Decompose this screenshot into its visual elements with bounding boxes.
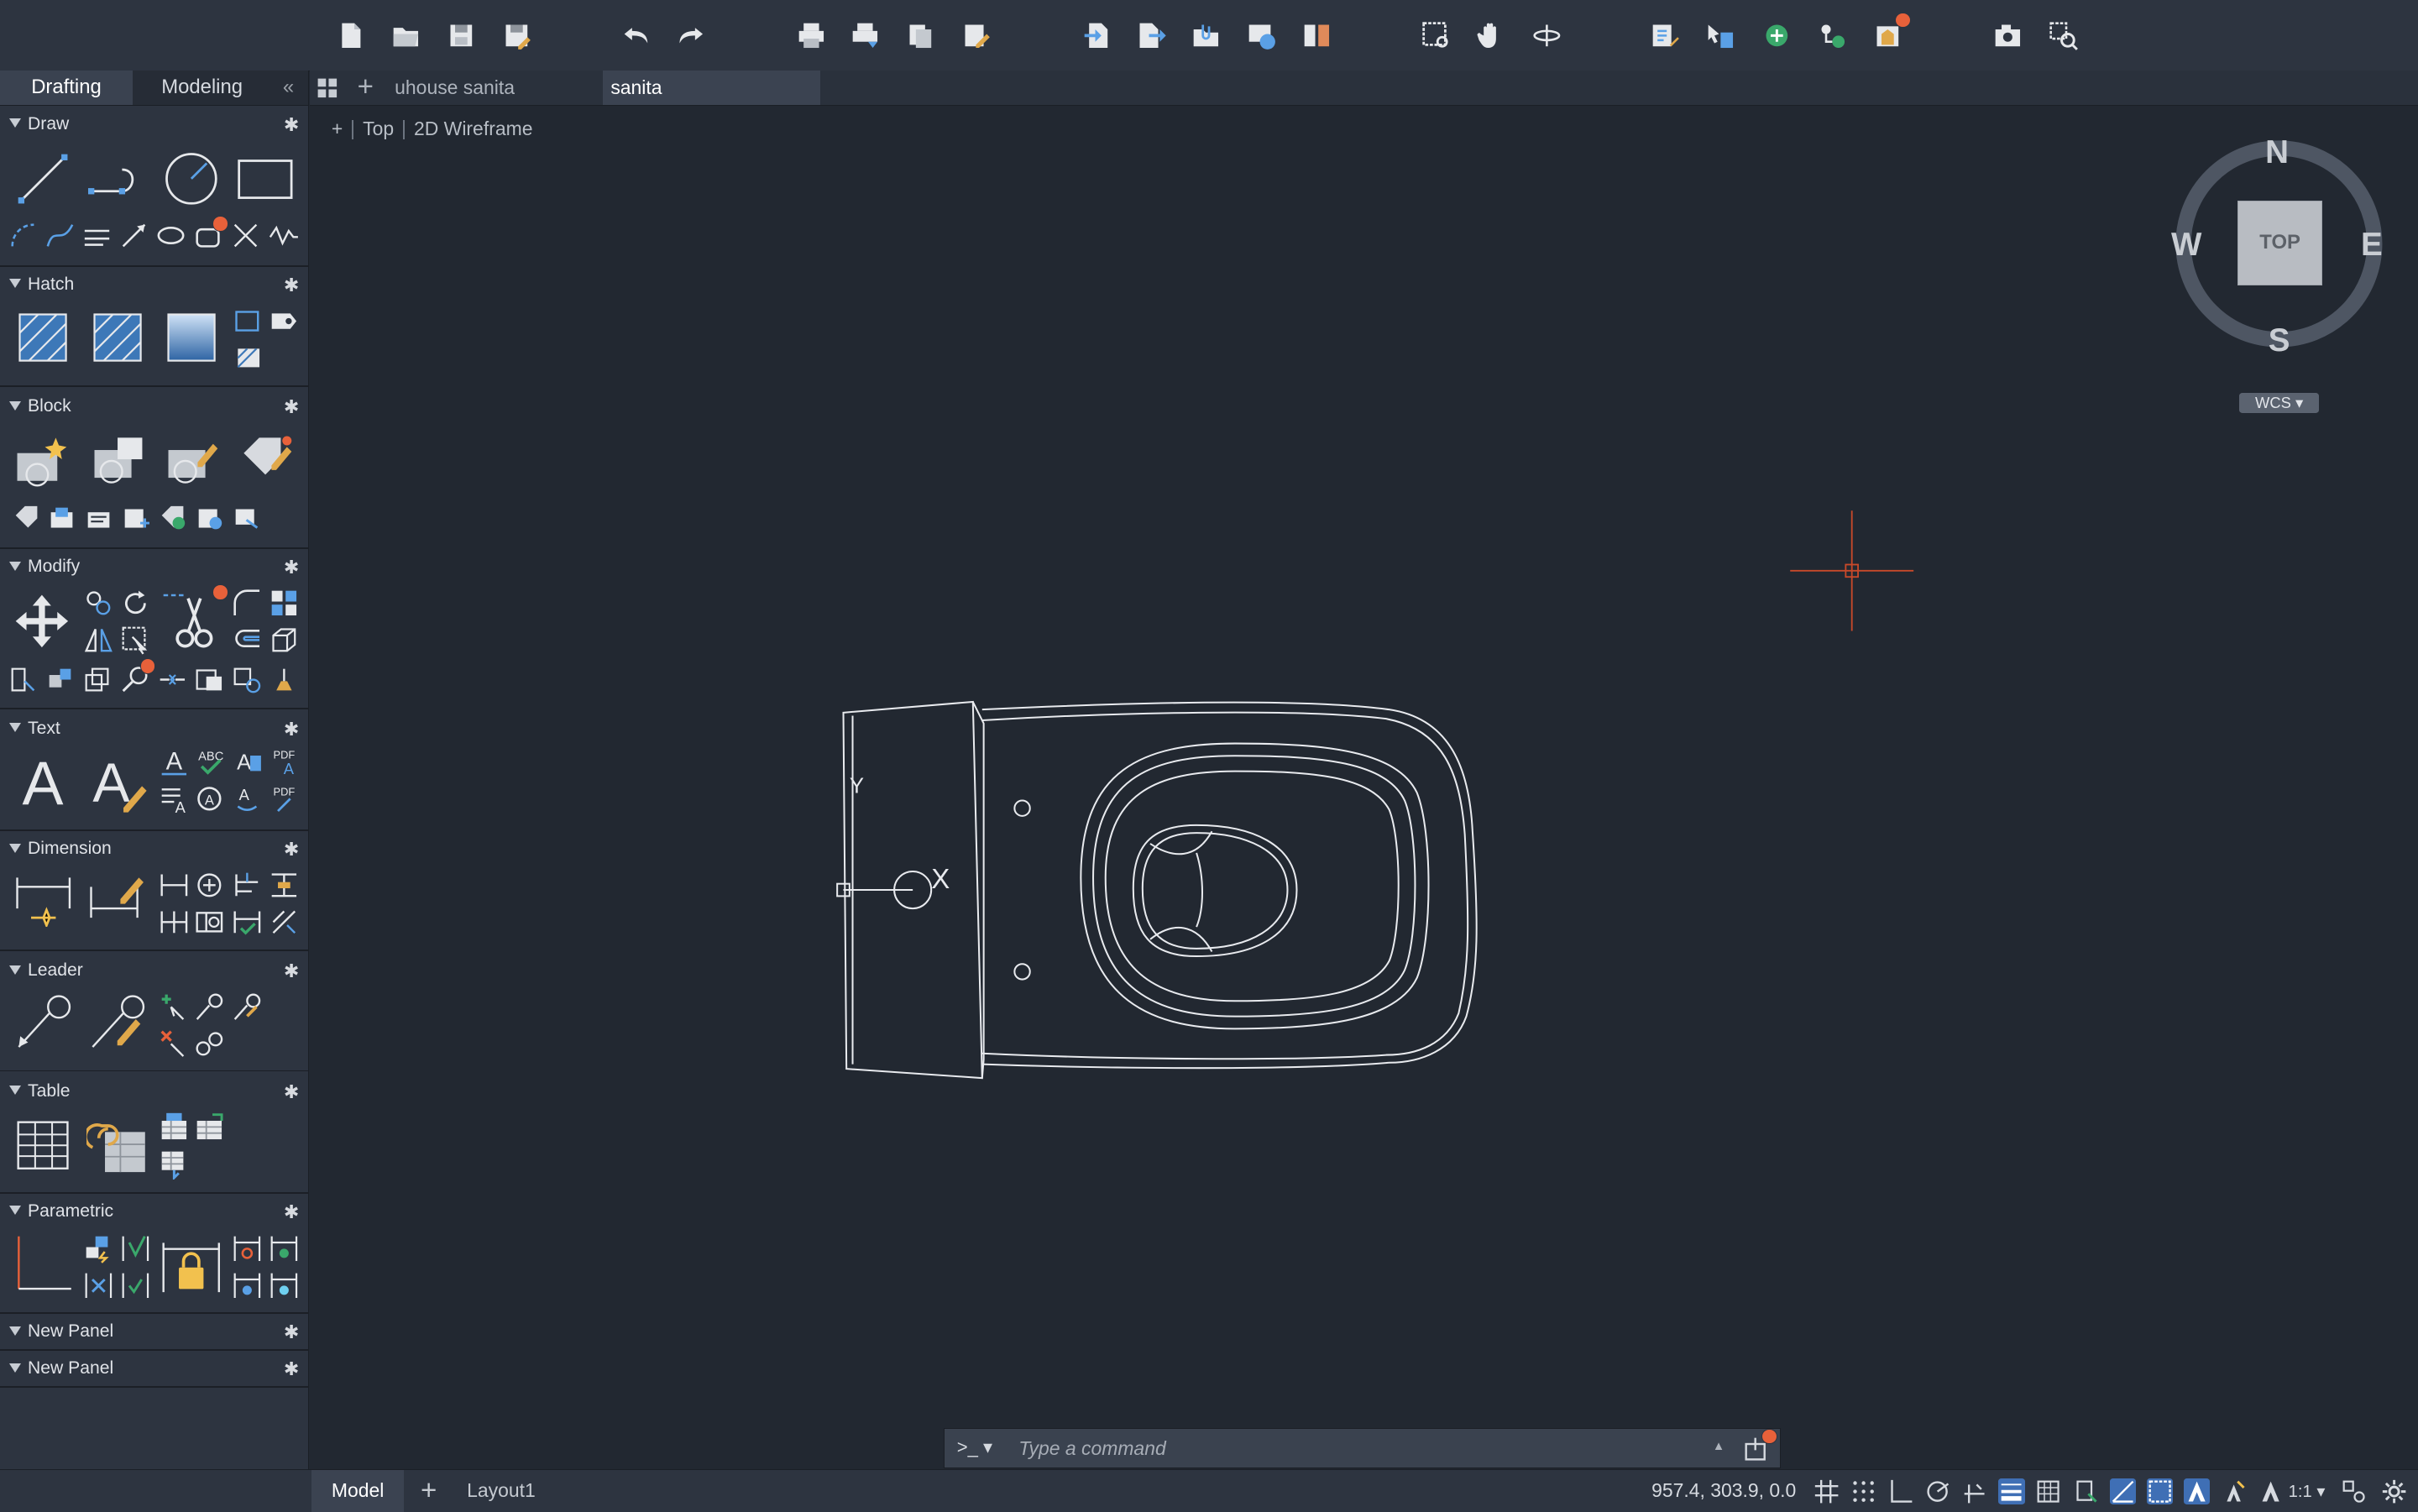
ucs-dropdown[interactable]: WCS ▾ bbox=[2238, 393, 2320, 414]
tab-modeling[interactable]: Modeling bbox=[136, 71, 269, 104]
save-as-icon[interactable] bbox=[501, 20, 532, 51]
grid-icon[interactable] bbox=[1814, 1478, 1840, 1504]
render-camera-icon[interactable] bbox=[1992, 20, 2023, 51]
dynamic-input-icon[interactable] bbox=[2109, 1478, 2136, 1504]
ucs-y-label: Y bbox=[850, 774, 864, 798]
coordinate-readout[interactable]: 957.4, 303.9, 0.0 bbox=[1651, 1479, 1796, 1502]
page-setup-icon[interactable] bbox=[960, 20, 992, 51]
status-bar: Model + Layout1 957.4, 303.9, 0.0 1:1 ▾ bbox=[0, 1469, 2418, 1512]
export-icon[interactable] bbox=[1135, 20, 1166, 51]
layer-manager-icon[interactable] bbox=[1761, 20, 1793, 51]
selection-filter-icon[interactable] bbox=[2146, 1478, 2173, 1504]
cube-face-top[interactable]: TOP bbox=[2237, 200, 2323, 285]
top-toolbar bbox=[0, 0, 2418, 72]
command-share-icon[interactable] bbox=[1743, 1428, 1777, 1462]
share-web-icon[interactable] bbox=[1246, 20, 1277, 51]
find-replace-icon[interactable] bbox=[2048, 20, 2079, 51]
snap-icon[interactable] bbox=[1850, 1478, 1876, 1504]
drawing-canvas[interactable]: Y X bbox=[310, 107, 2418, 1468]
save-icon[interactable] bbox=[446, 20, 477, 51]
new-file-icon[interactable] bbox=[336, 20, 367, 51]
view-cube[interactable]: N S E W TOP WCS ▾ bbox=[2169, 134, 2389, 414]
command-prompt-menu[interactable]: >_ ▾ bbox=[957, 1436, 992, 1458]
tab-sanita[interactable]: sanita bbox=[603, 71, 821, 105]
design-center-icon[interactable] bbox=[1872, 12, 1911, 51]
new-tab-icon[interactable]: + bbox=[347, 71, 384, 104]
compare-icon[interactable] bbox=[1301, 20, 1332, 51]
lineweight-icon[interactable] bbox=[1998, 1478, 2025, 1504]
tab-model[interactable]: Model bbox=[311, 1470, 405, 1512]
palette-tabs: Drafting Modeling « bbox=[0, 71, 309, 106]
ucs-x-label: X bbox=[931, 864, 950, 895]
compass-east[interactable]: E bbox=[2361, 227, 2383, 264]
tool-palette: Drafting Modeling « bbox=[0, 71, 310, 1511]
orbit-icon[interactable] bbox=[1531, 20, 1562, 51]
compass-south[interactable]: S bbox=[2269, 322, 2290, 359]
polar-tracking-icon[interactable] bbox=[1924, 1478, 1950, 1504]
compass-north[interactable]: N bbox=[2265, 134, 2289, 171]
tab-layout1[interactable]: Layout1 bbox=[453, 1470, 549, 1512]
match-properties-icon[interactable] bbox=[1705, 20, 1736, 51]
open-folder-icon[interactable] bbox=[390, 20, 421, 51]
selection-cycling-icon[interactable] bbox=[2073, 1478, 2099, 1504]
drawing-viewport[interactable]: + Top 2D Wireframe Y X N S E W TOP WCS ▾ bbox=[310, 106, 2418, 1468]
collapse-palette-icon[interactable]: « bbox=[271, 71, 305, 104]
document-tabs: + uhouse sanita sanita bbox=[310, 71, 2418, 106]
undo-icon[interactable] bbox=[621, 20, 652, 51]
batch-plot-icon[interactable] bbox=[850, 20, 881, 51]
expand-history-icon[interactable]: ▲ bbox=[1713, 1440, 1725, 1453]
attach-icon[interactable] bbox=[1191, 20, 1222, 51]
compass-west[interactable]: W bbox=[2171, 227, 2201, 264]
command-input[interactable] bbox=[1015, 1433, 1701, 1464]
workspace-icon[interactable] bbox=[2341, 1478, 2367, 1504]
layer-state-icon[interactable] bbox=[1817, 20, 1848, 51]
grid-view-icon[interactable] bbox=[310, 71, 343, 104]
zoom-window-icon[interactable] bbox=[1421, 20, 1452, 51]
tab-drafting[interactable]: Drafting bbox=[0, 71, 133, 105]
publish-icon[interactable] bbox=[905, 20, 936, 51]
properties-icon[interactable] bbox=[1650, 20, 1681, 51]
plot-icon[interactable] bbox=[796, 20, 827, 51]
annotation-scale-icon[interactable] bbox=[2258, 1478, 2284, 1504]
annotation-visibility-icon[interactable] bbox=[2183, 1478, 2210, 1504]
auto-scale-icon[interactable] bbox=[2221, 1478, 2247, 1504]
crosshair-cursor bbox=[1790, 510, 1914, 631]
ortho-icon[interactable] bbox=[1887, 1478, 1913, 1504]
add-layout-button[interactable]: + bbox=[413, 1470, 444, 1512]
scale-dropdown[interactable]: 1:1 ▾ bbox=[2289, 1481, 2326, 1502]
transparency-icon[interactable] bbox=[2035, 1478, 2061, 1504]
tab-uhouse-sanita[interactable]: uhouse sanita bbox=[387, 71, 603, 104]
redo-icon[interactable] bbox=[675, 20, 706, 51]
import-icon[interactable] bbox=[1081, 20, 1112, 51]
command-line: >_ ▾ ▲ bbox=[944, 1427, 1782, 1468]
object-snap-tracking-icon[interactable] bbox=[1961, 1478, 1987, 1504]
pan-hand-icon[interactable] bbox=[1476, 20, 1507, 51]
settings-gear-icon[interactable] bbox=[2381, 1478, 2407, 1504]
